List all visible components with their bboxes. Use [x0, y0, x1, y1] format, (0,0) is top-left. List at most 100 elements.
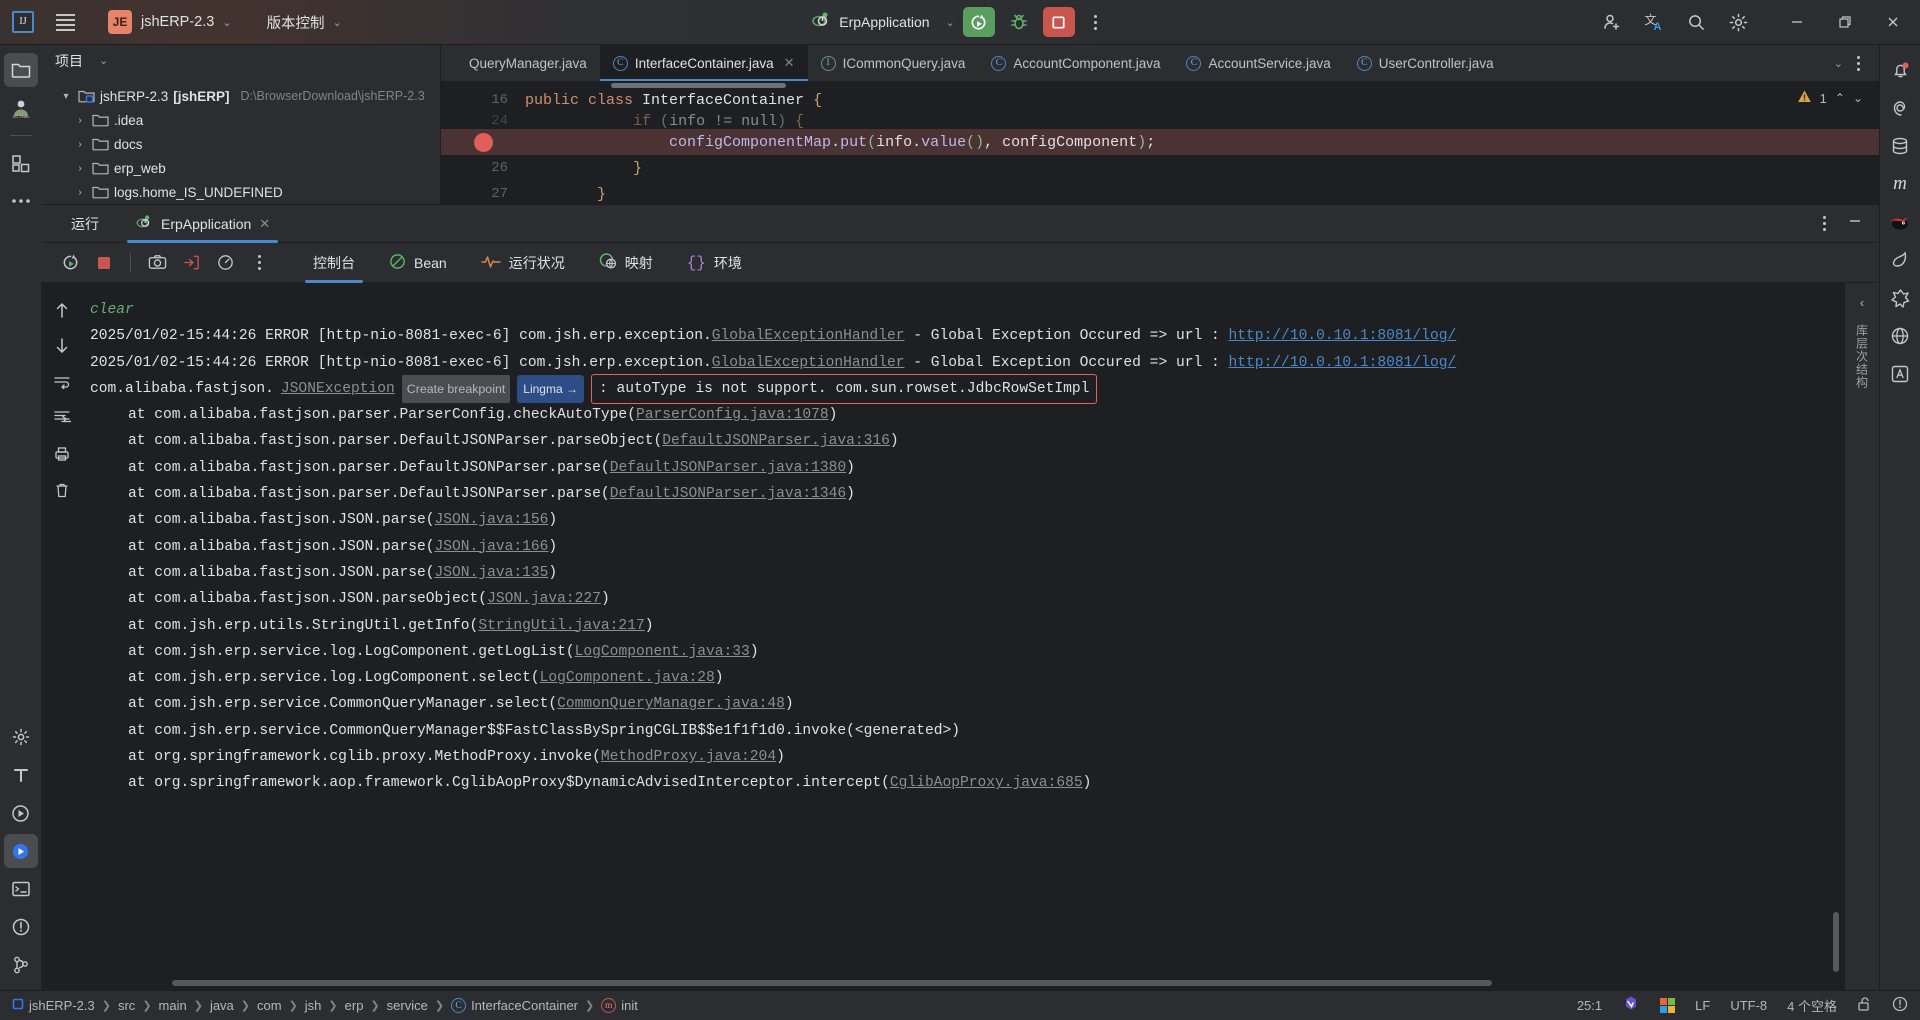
source-link[interactable]: DefaultJSONParser.java:1380	[610, 460, 846, 476]
source-link[interactable]: JSON.java:227	[487, 591, 601, 607]
sidebar-item-ninja[interactable]	[1883, 205, 1917, 239]
source-link[interactable]: DefaultJSONParser.java:316	[662, 433, 890, 449]
sidebar-item-problems[interactable]	[4, 910, 38, 944]
sidebar-item-project[interactable]	[3, 53, 38, 87]
chevron-right-icon[interactable]: ›	[73, 163, 87, 174]
gear-icon[interactable]	[1718, 2, 1758, 42]
inspection-widget[interactable]: 1 ⌃ ⌄	[1797, 89, 1863, 107]
breadcrumb-item-service[interactable]: service	[387, 998, 428, 1013]
editor-tab-querymanager[interactable]: QueryManager.java	[441, 45, 600, 81]
content-tab-mappings[interactable]: 映射	[586, 243, 666, 283]
close-icon[interactable]: ✕	[784, 55, 795, 71]
scroll-end-icon[interactable]	[49, 405, 75, 431]
breadcrumb-item-com[interactable]: com	[257, 998, 282, 1013]
source-link[interactable]: JSON.java:135	[435, 565, 549, 581]
chevron-up-icon[interactable]: ⌃	[1835, 91, 1845, 105]
sidebar-item-endpoints[interactable]	[1883, 319, 1917, 353]
sidebar-item-more[interactable]	[4, 184, 38, 218]
caret-position[interactable]: 25:1	[1577, 998, 1602, 1013]
editor-horizontal-scrollbar[interactable]	[611, 83, 786, 88]
sidebar-item-terminal[interactable]	[4, 872, 38, 906]
source-link[interactable]: StringUtil.java:217	[478, 618, 644, 634]
breadcrumb-item-java[interactable]: java	[210, 998, 234, 1013]
content-tab-console[interactable]: 控制台	[300, 243, 368, 283]
source-link[interactable]: JSON.java:156	[435, 512, 549, 528]
content-tab-environment[interactable]: {} 环境	[674, 243, 755, 283]
print-icon[interactable]	[49, 441, 75, 467]
sidebar-item-structure[interactable]	[4, 146, 38, 180]
sidebar-item-spring[interactable]	[1883, 281, 1917, 315]
sidebar-item-version-control[interactable]	[4, 948, 38, 982]
window-restore-icon[interactable]	[1822, 0, 1868, 45]
stop-button[interactable]	[1042, 7, 1075, 37]
source-link[interactable]: JSON.java:166	[435, 539, 549, 555]
tree-node-erp-web[interactable]: › erp_web	[41, 156, 440, 180]
sidebar-item-maven[interactable]: m	[1883, 167, 1917, 201]
chevron-down-icon[interactable]: ▾	[59, 91, 73, 102]
sidebar-item-leaf[interactable]	[1883, 243, 1917, 277]
source-link[interactable]: DefaultJSONParser.java:1346	[610, 486, 846, 502]
lingma-action-button[interactable]: Lingma →	[517, 374, 584, 404]
chevron-down-icon[interactable]: ⌄	[1853, 91, 1863, 105]
window-minimize-icon[interactable]	[1774, 0, 1820, 45]
chevron-right-icon[interactable]: ›	[73, 115, 87, 126]
exception-class-link[interactable]: JSONException	[281, 376, 395, 402]
rerun-button[interactable]	[55, 248, 85, 278]
editor-tab-interfacecontainer[interactable]: C InterfaceContainer.java ✕	[599, 45, 808, 81]
editor-tab-accountcomponent[interactable]: C AccountComponent.java	[978, 45, 1173, 81]
breakpoint-icon[interactable]	[441, 132, 525, 152]
content-tab-bean[interactable]: Bean	[376, 243, 460, 283]
url-link[interactable]: http://10.0.10.1:8081/log/	[1229, 355, 1457, 371]
tree-node-idea[interactable]: › .idea	[41, 108, 440, 132]
user-add-icon[interactable]	[1592, 2, 1632, 42]
breadcrumb-item-class[interactable]: C InterfaceContainer	[451, 998, 578, 1013]
run-tab-erpapplication[interactable]: ErpApplication ✕	[121, 205, 284, 243]
source-link[interactable]: MethodProxy.java:204	[601, 749, 776, 765]
windows-logo-icon[interactable]	[1660, 998, 1676, 1013]
sidebar-item-settings-sync[interactable]	[4, 720, 38, 754]
sidebar-item-translate[interactable]	[4, 758, 38, 792]
hierarchy-side-label[interactable]: 库层次结构	[1854, 324, 1871, 389]
breadcrumb-item-project[interactable]: jshERP-2.3	[12, 998, 95, 1013]
tree-node-docs[interactable]: › docs	[41, 132, 440, 156]
source-link[interactable]: CommonQueryManager.java:48	[557, 696, 785, 712]
breadcrumb-item-erp[interactable]: erp	[345, 998, 364, 1013]
source-link[interactable]: ParserConfig.java:1078	[636, 407, 829, 423]
content-tab-health[interactable]: 运行状况	[468, 243, 578, 283]
create-breakpoint-button[interactable]: Create breakpoint	[401, 374, 511, 404]
editor-body[interactable]: 16 public class InterfaceContainer { 24 …	[441, 81, 1879, 204]
more-vertical-icon[interactable]	[1845, 48, 1871, 78]
chevron-down-icon[interactable]: ⌄	[99, 54, 108, 67]
stop-button[interactable]	[89, 248, 119, 278]
sidebar-item-sg-team[interactable]: SG-Team	[4, 91, 38, 125]
chevron-right-icon[interactable]: ›	[73, 139, 87, 150]
debug-button[interactable]	[1003, 7, 1035, 37]
lingma-icon[interactable]	[1622, 995, 1640, 1016]
sidebar-item-run-tool[interactable]	[4, 796, 38, 830]
console-output[interactable]: clear 2025/01/02-15:44:26 ERROR [http-ni…	[82, 283, 1845, 990]
gauge-icon[interactable]	[210, 248, 240, 278]
trash-icon[interactable]	[49, 477, 75, 503]
line-separator[interactable]: LF	[1695, 998, 1710, 1013]
sidebar-item-notifications[interactable]	[1883, 53, 1917, 87]
breadcrumb-item-jsh[interactable]: jsh	[305, 998, 322, 1013]
sidebar-item-ai-assistant[interactable]	[1883, 91, 1917, 125]
window-close-icon[interactable]	[1870, 0, 1916, 45]
sidebar-item-database[interactable]	[1883, 129, 1917, 163]
source-link[interactable]: LogComponent.java:33	[575, 644, 750, 660]
indent-setting[interactable]: 4 个空格	[1787, 996, 1837, 1015]
breadcrumb-item-main[interactable]: main	[159, 998, 187, 1013]
minimize-icon[interactable]	[1847, 213, 1863, 234]
scroll-up-button[interactable]	[49, 297, 75, 323]
scroll-down-button[interactable]	[49, 333, 75, 359]
more-vertical-icon[interactable]	[1083, 7, 1109, 37]
tree-node-logs-home[interactable]: › logs.home_IS_UNDEFINED	[41, 180, 440, 204]
sidebar-item-translation[interactable]	[1883, 357, 1917, 391]
breadcrumb-item-src[interactable]: src	[118, 998, 135, 1013]
source-link[interactable]: LogComponent.java:28	[540, 670, 715, 686]
breadcrumb-item-method[interactable]: m init	[601, 998, 638, 1013]
url-link[interactable]: http://10.0.10.1:8081/log/	[1229, 328, 1457, 344]
wrap-lines-icon[interactable]	[49, 369, 75, 395]
chevron-down-icon[interactable]: ⌄	[946, 16, 955, 29]
run-config-name[interactable]: ErpApplication	[839, 14, 929, 30]
